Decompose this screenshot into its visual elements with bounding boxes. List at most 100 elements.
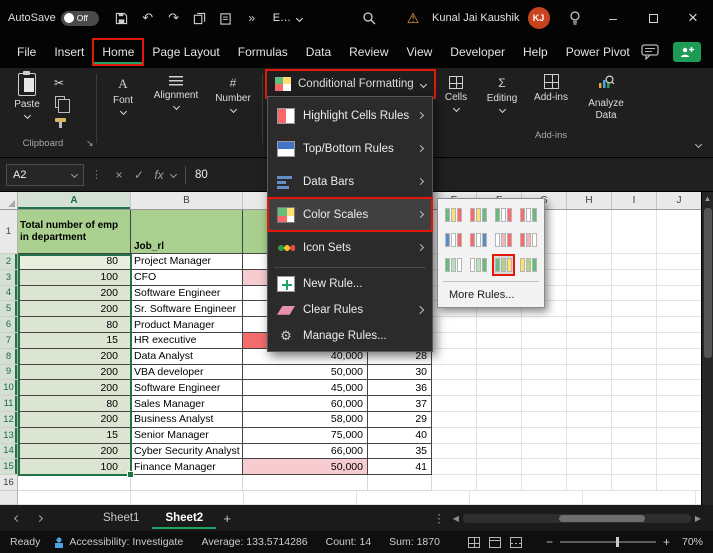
- color-scale-option[interactable]: [493, 255, 514, 275]
- cell-col-d[interactable]: 35: [368, 444, 432, 460]
- page-layout-view-icon[interactable]: [489, 537, 501, 548]
- formula-input[interactable]: 80: [195, 169, 208, 181]
- cell-col-a[interactable]: 80: [18, 317, 131, 333]
- cell-col-a[interactable]: 200: [18, 365, 131, 381]
- undo-icon[interactable]: [135, 3, 161, 33]
- row-header[interactable]: 9: [0, 365, 18, 381]
- collapse-ribbon-icon[interactable]: [695, 141, 702, 148]
- horizontal-scroll-thumb[interactable]: [559, 515, 645, 522]
- row-header[interactable]: 12: [0, 412, 18, 428]
- cell-col-b[interactable]: Cyber Security Analyst: [131, 444, 243, 460]
- lightbulb-icon[interactable]: [562, 3, 588, 33]
- cell-col-d[interactable]: 40: [368, 428, 432, 444]
- paste-button[interactable]: Paste: [6, 73, 48, 118]
- scroll-up-icon[interactable]: ▲: [702, 192, 713, 206]
- ribbon-tab[interactable]: Home: [93, 39, 143, 65]
- font-group-button[interactable]: Font: [102, 76, 144, 114]
- cell-col-c[interactable]: 66,000: [243, 444, 368, 460]
- row-header[interactable]: 3: [0, 270, 18, 286]
- row-header[interactable]: 11: [0, 396, 18, 412]
- close-button[interactable]: [673, 0, 713, 36]
- paste-icon[interactable]: [213, 3, 239, 33]
- scroll-right-icon[interactable]: ▶: [695, 514, 701, 523]
- cell-col-a[interactable]: 15: [18, 333, 131, 349]
- formula-bar-handle[interactable]: ⋮: [91, 168, 102, 181]
- ribbon-tab[interactable]: Insert: [45, 39, 93, 65]
- ribbon-tab[interactable]: Help: [514, 39, 557, 65]
- column-header[interactable]: H: [567, 192, 612, 209]
- sheet-tab[interactable]: Sheet1: [90, 507, 152, 529]
- cell-col-c[interactable]: 50,000: [243, 365, 368, 381]
- row-header[interactable]: 2: [0, 254, 18, 270]
- cut-icon[interactable]: [54, 76, 64, 90]
- cell-col-c[interactable]: 60,000: [243, 396, 368, 412]
- cell-col-a[interactable]: 200: [18, 444, 131, 460]
- row-header[interactable]: 1: [0, 210, 18, 254]
- cell-col-b[interactable]: Finance Manager: [131, 459, 243, 475]
- cell-col-d[interactable]: 29: [368, 412, 432, 428]
- column-header[interactable]: I: [612, 192, 657, 209]
- copy-icon[interactable]: [55, 96, 65, 108]
- sheet-options-icon[interactable]: ⋮: [433, 511, 445, 525]
- name-box[interactable]: A2: [6, 164, 84, 186]
- comments-icon[interactable]: [637, 42, 663, 62]
- normal-view-icon[interactable]: [468, 537, 480, 548]
- cell-col-a[interactable]: 200: [18, 349, 131, 365]
- color-scale-option[interactable]: [518, 230, 539, 250]
- color-scale-option[interactable]: [468, 255, 489, 275]
- cell-col-d[interactable]: 30: [368, 365, 432, 381]
- copy-icon[interactable]: [187, 3, 213, 33]
- next-sheet-icon[interactable]: [28, 516, 50, 521]
- column-header[interactable]: J: [657, 192, 702, 209]
- cell-col-d[interactable]: 41: [368, 459, 432, 475]
- cf-menu-item[interactable]: Data Bars: [268, 165, 432, 198]
- row-header[interactable]: 16: [0, 475, 18, 491]
- row-header[interactable]: 10: [0, 380, 18, 396]
- cell-col-b[interactable]: Software Engineer: [131, 380, 243, 396]
- cell-col-b[interactable]: Product Manager: [131, 317, 243, 333]
- editing-group-button[interactable]: Editing: [480, 76, 524, 112]
- cf-menu-action[interactable]: Manage Rules...: [268, 323, 432, 349]
- ribbon-tab[interactable]: Developer: [441, 39, 514, 65]
- accessibility-status[interactable]: Accessibility: Investigate: [54, 536, 183, 548]
- cell[interactable]: [243, 475, 368, 491]
- cells-group-button[interactable]: Cells: [436, 76, 476, 111]
- save-icon[interactable]: [109, 3, 135, 33]
- avatar[interactable]: KJ: [528, 7, 550, 29]
- analyze-data-button[interactable]: Analyze Data: [580, 74, 632, 121]
- cf-menu-item[interactable]: Icon Sets: [268, 231, 432, 264]
- ribbon-tab[interactable]: File: [8, 39, 45, 65]
- cell-a1[interactable]: Total number of emp in department: [18, 210, 131, 254]
- cell-col-a[interactable]: 100: [18, 459, 131, 475]
- minimize-button[interactable]: [593, 0, 633, 36]
- cell-col-b[interactable]: Business Analyst: [131, 412, 243, 428]
- share-icon[interactable]: [673, 42, 701, 62]
- cancel-entry-icon[interactable]: ×: [109, 168, 129, 182]
- add-ins-button[interactable]: Add-ins: [528, 74, 574, 103]
- zoom-slider[interactable]: [560, 541, 656, 543]
- cell-col-d[interactable]: 37: [368, 396, 432, 412]
- cell[interactable]: [131, 475, 243, 491]
- cell[interactable]: [368, 475, 432, 491]
- horizontal-scroll-track[interactable]: [463, 514, 691, 523]
- cell-col-b[interactable]: Sales Manager: [131, 396, 243, 412]
- color-scale-option[interactable]: [493, 230, 514, 250]
- autosave-toggle[interactable]: AutoSave Off: [8, 11, 99, 26]
- zoom-in-icon[interactable]: +: [663, 535, 670, 549]
- format-painter-icon[interactable]: [55, 118, 66, 122]
- conditional-formatting-button[interactable]: Conditional Formatting: [266, 70, 435, 98]
- horizontal-scrollbar[interactable]: ◀ ▶: [453, 514, 701, 523]
- more-rules-item[interactable]: More Rules...: [443, 286, 539, 303]
- cell-col-c[interactable]: 50,000: [243, 459, 368, 475]
- vertical-scroll-thumb[interactable]: [704, 208, 712, 358]
- cell[interactable]: [18, 475, 131, 491]
- color-scale-option[interactable]: [518, 205, 539, 225]
- row-header[interactable]: 14: [0, 444, 18, 460]
- cf-menu-action[interactable]: Clear Rules: [268, 297, 432, 323]
- ribbon-tab[interactable]: Review: [340, 39, 397, 65]
- select-all-corner[interactable]: [0, 192, 18, 209]
- cell-col-b[interactable]: HR executive: [131, 333, 243, 349]
- cell-col-b[interactable]: Sr. Software Engineer: [131, 301, 243, 317]
- color-scale-option[interactable]: [468, 205, 489, 225]
- zoom-out-icon[interactable]: −: [546, 535, 553, 549]
